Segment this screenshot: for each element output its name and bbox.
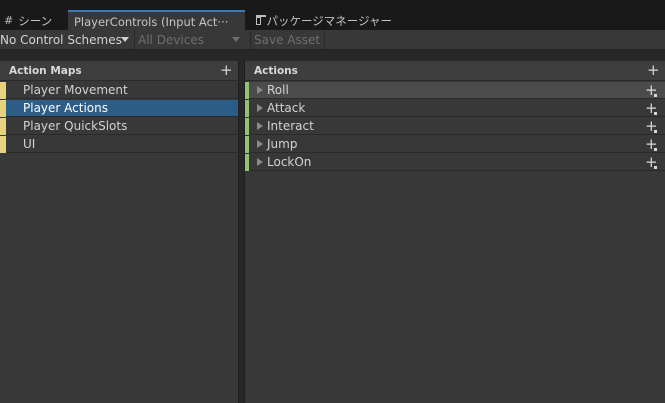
action-color-stripe <box>245 136 249 153</box>
expand-triangle-icon[interactable] <box>257 104 263 112</box>
devices-label: All Devices <box>138 32 204 47</box>
action-color-stripe <box>245 82 249 99</box>
tab-player-controls[interactable]: PlayerControls (Input Act··· <box>68 10 245 31</box>
control-schemes-dropdown[interactable]: No Control Schemes <box>0 30 131 49</box>
editor-tab-bar: # シーン PlayerControls (Input Act··· パッケージ… <box>0 0 665 31</box>
action-map-label: UI <box>23 137 36 151</box>
add-binding-plus-icon[interactable]: + <box>645 81 658 99</box>
action-map-label: Player Movement <box>23 83 128 97</box>
action-color-stripe <box>245 100 249 117</box>
tab-label: パッケージマネージャー <box>266 13 392 28</box>
add-binding-plus-icon[interactable]: + <box>645 135 658 153</box>
map-color-stripe <box>0 136 6 153</box>
tab-package-manager[interactable]: パッケージマネージャー <box>252 11 392 30</box>
action-item-jump[interactable]: Jump + <box>245 135 665 153</box>
expand-triangle-icon[interactable] <box>257 122 263 130</box>
action-item-interact[interactable]: Interact + <box>245 117 665 135</box>
action-item-lockon[interactable]: LockOn + <box>245 153 665 171</box>
tab-label: シーン <box>18 13 53 28</box>
actions-panel: Actions + Roll + Attack + Interact + Jum… <box>244 61 665 403</box>
chevron-down-icon <box>232 37 240 42</box>
add-binding-plus-icon[interactable]: + <box>645 153 658 171</box>
action-maps-panel: Action Maps + Player Movement Player Act… <box>0 61 239 403</box>
devices-dropdown[interactable]: All Devices <box>134 30 245 49</box>
input-actions-toolbar: No Control Schemes All Devices Save Asse… <box>0 30 665 50</box>
action-map-item-ui[interactable]: UI <box>0 136 238 153</box>
save-asset-button[interactable]: Save Asset <box>250 30 325 49</box>
add-binding-plus-icon[interactable]: + <box>645 99 658 117</box>
action-color-stripe <box>245 118 249 135</box>
save-asset-label: Save Asset <box>254 32 321 47</box>
action-map-item-player-quickslots[interactable]: Player QuickSlots <box>0 118 238 135</box>
actions-header: Actions + <box>245 61 665 81</box>
action-map-item-player-movement[interactable]: Player Movement <box>0 82 238 99</box>
expand-triangle-icon[interactable] <box>257 140 263 148</box>
map-color-stripe <box>0 118 6 135</box>
action-map-label: Player Actions <box>23 101 108 115</box>
action-item-attack[interactable]: Attack + <box>245 99 665 117</box>
map-color-stripe <box>0 82 6 99</box>
action-label: Jump <box>267 137 298 151</box>
action-label: LockOn <box>267 155 312 169</box>
expand-triangle-icon[interactable] <box>257 158 263 166</box>
control-schemes-label: No Control Schemes <box>0 32 122 47</box>
actions-title: Actions <box>254 65 298 77</box>
package-icon <box>256 14 266 25</box>
action-label: Roll <box>267 83 289 97</box>
chevron-down-icon <box>121 37 129 42</box>
action-color-stripe <box>245 154 249 171</box>
tab-label: PlayerControls (Input Act··· <box>74 14 229 29</box>
action-label: Interact <box>267 119 314 133</box>
map-color-stripe <box>0 100 6 117</box>
action-maps-header: Action Maps + <box>0 61 238 81</box>
action-maps-title: Action Maps <box>9 65 82 77</box>
action-item-roll[interactable]: Roll + <box>245 81 665 99</box>
add-binding-plus-icon[interactable]: + <box>645 117 658 135</box>
tab-scene[interactable]: # シーン <box>0 11 66 30</box>
grid-icon: # <box>4 14 14 27</box>
action-label: Attack <box>267 101 306 115</box>
action-map-label: Player QuickSlots <box>23 119 128 133</box>
action-map-item-player-actions[interactable]: Player Actions <box>0 100 238 117</box>
expand-triangle-icon[interactable] <box>257 86 263 94</box>
add-action-plus-icon[interactable]: + <box>647 61 660 79</box>
add-action-map-plus-icon[interactable]: + <box>220 61 233 79</box>
